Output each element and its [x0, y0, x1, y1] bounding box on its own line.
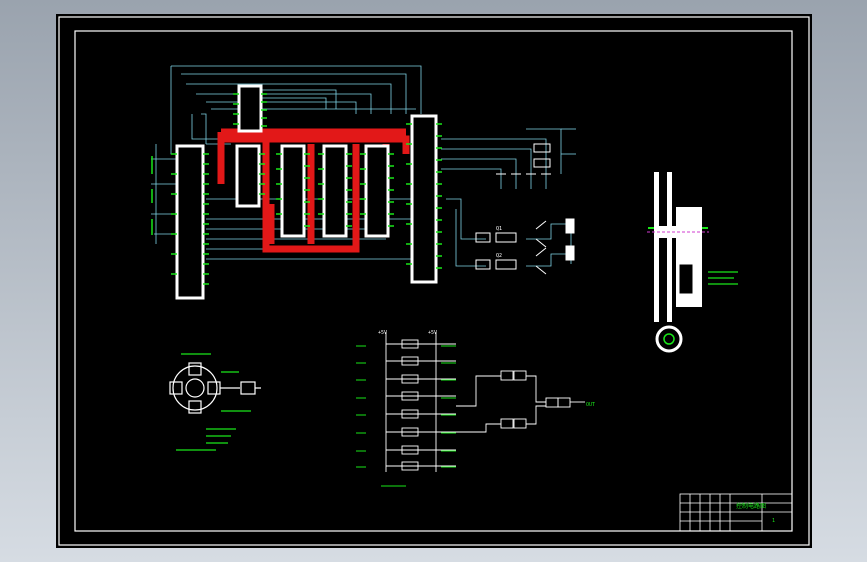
- chip-u6: [364, 144, 390, 238]
- title-block-sheet: 1: [772, 518, 775, 524]
- chip-u3: [235, 144, 261, 208]
- chip-u7: [410, 114, 438, 284]
- supply-label-b: +5V: [428, 330, 437, 336]
- driver-label: Q2: [496, 253, 502, 259]
- chip-u5: [322, 144, 348, 238]
- chip-u2: [237, 84, 263, 133]
- chip-u4: [280, 144, 306, 238]
- output-label: OUT: [586, 402, 595, 408]
- opto-label: Q1: [496, 226, 502, 232]
- chip-u1: [175, 144, 205, 300]
- drawing-sheet[interactable]: +5V +5V Q1 Q2 OUT 控制电路图 1: [56, 14, 812, 548]
- supply-label-a: +5V: [378, 330, 387, 336]
- title-block-title: 控制电路图: [736, 502, 766, 510]
